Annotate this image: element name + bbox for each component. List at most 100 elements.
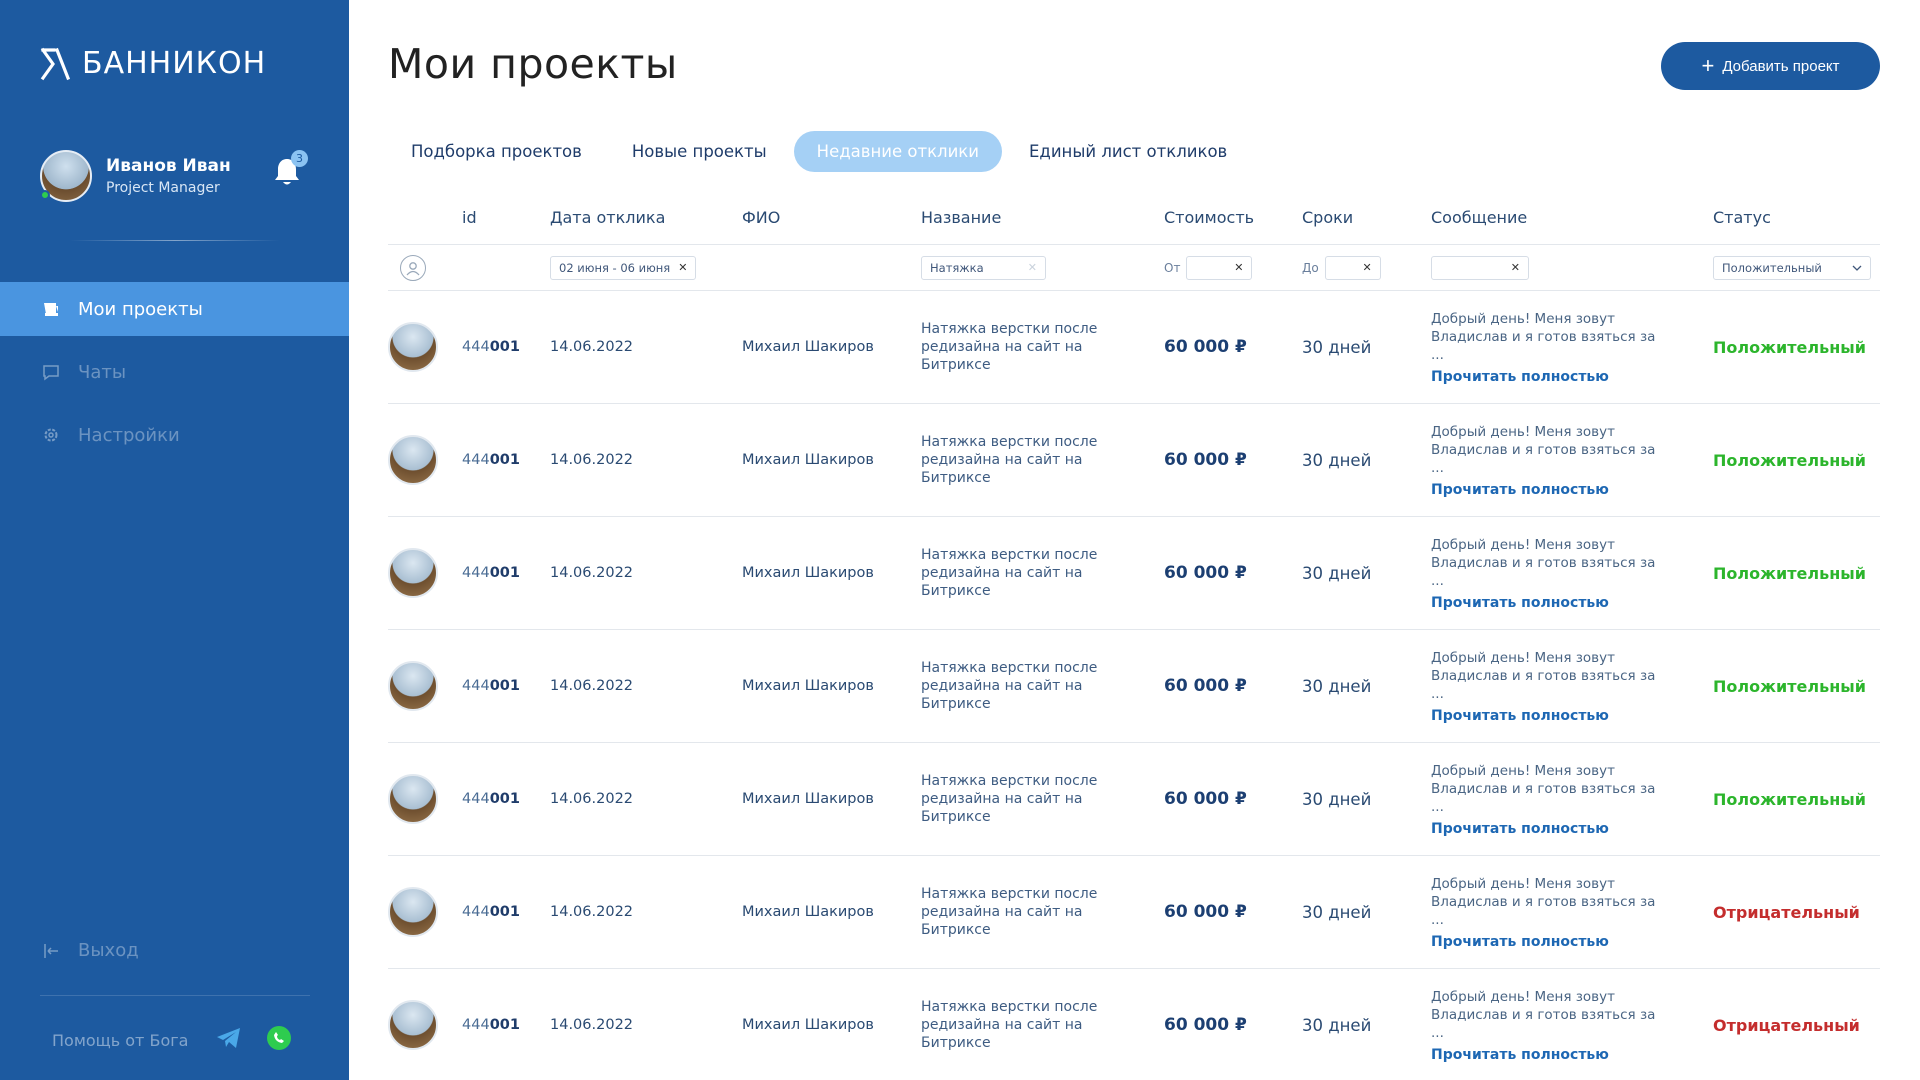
sidebar-item-label: Чаты: [78, 361, 127, 383]
logo-icon: [40, 47, 70, 80]
cell-cost: 60 000 ₽: [1164, 337, 1247, 357]
cell-fio: Михаил Шакиров: [742, 904, 874, 920]
sidebar-item-label: Настройки: [78, 424, 180, 446]
cell-name: Натяжка верстки после редизайна на сайт …: [921, 660, 1098, 712]
table-row[interactable]: 444001 14.06.2022 Михаил Шакиров Натяжка…: [388, 404, 1880, 517]
name-filter-value: Натяжка: [930, 260, 984, 275]
tab-unified-responses[interactable]: Единый лист откликов: [1006, 131, 1250, 172]
table-row[interactable]: 444001 14.06.2022 Михаил Шакиров Натяжка…: [388, 630, 1880, 743]
read-more-link[interactable]: Прочитать полностью: [1431, 708, 1713, 724]
notification-badge: 3: [291, 150, 308, 167]
cell-term: 30 дней: [1302, 563, 1372, 583]
read-more-link[interactable]: Прочитать полностью: [1431, 482, 1713, 498]
status-filter-value: Положительный: [1722, 260, 1822, 275]
avatar[interactable]: [388, 774, 438, 824]
status-filter-select[interactable]: Положительный: [1713, 255, 1871, 280]
clear-icon[interactable]: ✕: [1363, 261, 1372, 274]
tab-new-projects[interactable]: Новые проекты: [609, 131, 790, 172]
header-fio[interactable]: ФИО: [742, 208, 921, 227]
cell-cost: 60 000 ₽: [1164, 902, 1247, 922]
read-more-link[interactable]: Прочитать полностью: [1431, 595, 1713, 611]
chat-icon: [42, 363, 60, 381]
cell-cost: 60 000 ₽: [1164, 676, 1247, 696]
status-badge: Положительный: [1713, 563, 1866, 583]
clear-icon[interactable]: ✕: [678, 261, 687, 274]
tab-project-selection[interactable]: Подборка проектов: [388, 131, 605, 172]
responses-table: id Дата отклика ФИО Название Стоимость С…: [388, 190, 1880, 1080]
cell-term: 30 дней: [1302, 789, 1372, 809]
avatar[interactable]: [388, 887, 438, 937]
header-date[interactable]: Дата отклика: [550, 208, 742, 227]
id-suffix: 001: [489, 678, 520, 694]
tab-recent-responses[interactable]: Недавние отклики: [793, 131, 1002, 172]
logo[interactable]: БАННИКОН: [40, 46, 266, 81]
avatar[interactable]: [388, 661, 438, 711]
read-more-link[interactable]: Прочитать полностью: [1431, 369, 1713, 385]
logout-button[interactable]: Выход: [42, 940, 139, 961]
help-section: Помощь от Бога: [52, 1025, 292, 1055]
user-name: Иванов Иван: [106, 156, 231, 176]
cell-name: Натяжка верстки после редизайна на сайт …: [921, 547, 1098, 599]
header-term[interactable]: Сроки: [1302, 208, 1431, 227]
read-more-link[interactable]: Прочитать полностью: [1431, 821, 1713, 837]
header-message[interactable]: Сообщение: [1431, 208, 1713, 227]
date-range-filter[interactable]: 02 июня - 06 июня ✕: [550, 255, 697, 280]
term-filter[interactable]: ✕: [1324, 255, 1381, 280]
user-filter-icon[interactable]: [400, 254, 426, 281]
cell-term: 30 дней: [1302, 676, 1372, 696]
name-filter[interactable]: Натяжка ✕: [921, 255, 1046, 280]
cell-message: Добрый день! Меня зовут Владислав и я го…: [1431, 536, 1656, 589]
table-row[interactable]: 444001 14.06.2022 Михаил Шакиров Натяжка…: [388, 517, 1880, 630]
cell-term: 30 дней: [1302, 337, 1372, 357]
cell-id: 444001: [462, 452, 550, 468]
table-row[interactable]: 444001 14.06.2022 Михаил Шакиров Натяжка…: [388, 743, 1880, 856]
cell-fio: Михаил Шакиров: [742, 1017, 874, 1033]
cell-message: Добрый день! Меня зовут Владислав и я го…: [1431, 988, 1656, 1041]
notifications-button[interactable]: 3: [272, 150, 308, 188]
table-row[interactable]: 444001 14.06.2022 Михаил Шакиров Натяжка…: [388, 291, 1880, 404]
cell-date: 14.06.2022: [550, 791, 634, 807]
id-prefix: 444: [462, 565, 490, 581]
clear-icon[interactable]: ✕: [1511, 261, 1520, 274]
logout-label: Выход: [78, 940, 139, 961]
add-project-button[interactable]: + Добавить проект: [1661, 42, 1880, 90]
gear-icon: [42, 426, 60, 444]
tabs: Подборка проектов Новые проекты Недавние…: [388, 131, 1254, 172]
sidebar-item-chats[interactable]: Чаты: [0, 345, 349, 399]
cell-term: 30 дней: [1302, 902, 1372, 922]
sidebar-divider-bottom: [40, 995, 310, 996]
help-label: Помощь от Бога: [52, 1030, 189, 1050]
read-more-link[interactable]: Прочитать полностью: [1431, 934, 1713, 950]
telegram-icon[interactable]: [216, 1027, 242, 1053]
clear-icon[interactable]: ✕: [1234, 261, 1243, 274]
status-badge: Отрицательный: [1713, 1015, 1860, 1035]
read-more-link[interactable]: Прочитать полностью: [1431, 1047, 1713, 1063]
cell-date: 14.06.2022: [550, 452, 634, 468]
cell-id: 444001: [462, 339, 550, 355]
avatar[interactable]: [388, 435, 438, 485]
sidebar-divider: [70, 240, 280, 241]
table-row[interactable]: 444001 14.06.2022 Михаил Шакиров Натяжка…: [388, 856, 1880, 969]
avatar[interactable]: [388, 322, 438, 372]
table-body: 444001 14.06.2022 Михаил Шакиров Натяжка…: [388, 291, 1880, 1080]
avatar[interactable]: [388, 548, 438, 598]
cell-fio: Михаил Шакиров: [742, 452, 874, 468]
id-suffix: 001: [489, 339, 520, 355]
avatar[interactable]: [388, 1000, 438, 1050]
avatar[interactable]: [40, 150, 92, 202]
table-row[interactable]: 444001 14.06.2022 Михаил Шакиров Натяжка…: [388, 969, 1880, 1080]
header-name[interactable]: Название: [921, 208, 1164, 227]
clear-icon[interactable]: ✕: [1028, 261, 1037, 274]
header-id[interactable]: id: [462, 208, 550, 227]
header-status[interactable]: Статус: [1713, 208, 1880, 227]
cost-filter[interactable]: ✕: [1186, 255, 1253, 280]
message-filter[interactable]: ✕: [1431, 255, 1529, 280]
online-indicator: [40, 190, 50, 200]
header-cost[interactable]: Стоимость: [1164, 208, 1302, 227]
status-badge: Отрицательный: [1713, 902, 1860, 922]
whatsapp-icon[interactable]: [266, 1025, 292, 1055]
add-project-label: Добавить проект: [1722, 57, 1840, 75]
sidebar-item-my-projects[interactable]: Мои проекты: [0, 282, 349, 336]
sidebar-item-settings[interactable]: Настройки: [0, 408, 349, 462]
cell-term: 30 дней: [1302, 450, 1372, 470]
